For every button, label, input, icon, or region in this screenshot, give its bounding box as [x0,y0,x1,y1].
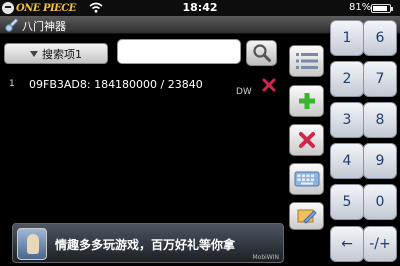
ad-brand: MobiWIN [252,254,279,261]
key-2[interactable]: 2 [330,61,364,97]
result-value: 09FB3AD8: 184180000 / 23840 [29,78,203,91]
keyboard-button[interactable] [289,163,324,195]
key-7[interactable]: 7 [363,61,397,97]
list-icon [295,53,318,69]
ad-text: 情趣多多玩游戏，百万好礼等你拿 [55,238,236,252]
result-index: 1 [9,79,15,89]
keyboard-icon [294,171,319,187]
key-3[interactable]: 3 [330,102,364,138]
add-icon [298,93,315,109]
key-8[interactable]: 8 [363,102,397,138]
dropdown-arrow-icon [30,50,38,57]
key-5[interactable]: 5 [330,184,364,220]
key-1[interactable]: 1 [330,20,364,56]
status-bar: ONE PIECE 18:42 81% [0,0,400,16]
edit-button[interactable] [289,202,324,230]
edit-icon [297,209,317,224]
search-icon [252,44,271,62]
ad-banner[interactable]: 情趣多多玩游戏，百万好礼等你拿 MobiWIN [12,223,284,263]
app-title: 八门神器 [22,20,66,33]
delete-button[interactable] [289,124,324,156]
add-button[interactable] [289,85,324,117]
search-button[interactable] [246,40,277,66]
key-0[interactable]: 0 [363,184,397,220]
battery-percent: 81% [349,2,372,13]
ad-character-icon [17,228,47,260]
backspace-key[interactable]: ← [330,226,364,262]
status-time: 18:42 [182,1,218,14]
battery-icon [371,4,393,13]
delete-icon [298,132,315,148]
key-4[interactable]: 4 [330,143,364,179]
list-button[interactable] [289,45,324,77]
result-type-tag: DW [236,87,252,97]
wrench-icon [5,18,18,32]
search-item-dropdown[interactable]: 搜索项1 [4,43,108,64]
key-6[interactable]: 6 [363,20,397,56]
result-row[interactable]: 1 09FB3AD8: 184180000 / 23840 DW [0,74,284,98]
search-input[interactable] [117,39,241,64]
sign-toggle-key[interactable]: -/+ [363,226,397,262]
delete-result-icon[interactable] [262,78,276,92]
key-9[interactable]: 9 [363,143,397,179]
search-item-label: 搜索项1 [42,47,82,61]
